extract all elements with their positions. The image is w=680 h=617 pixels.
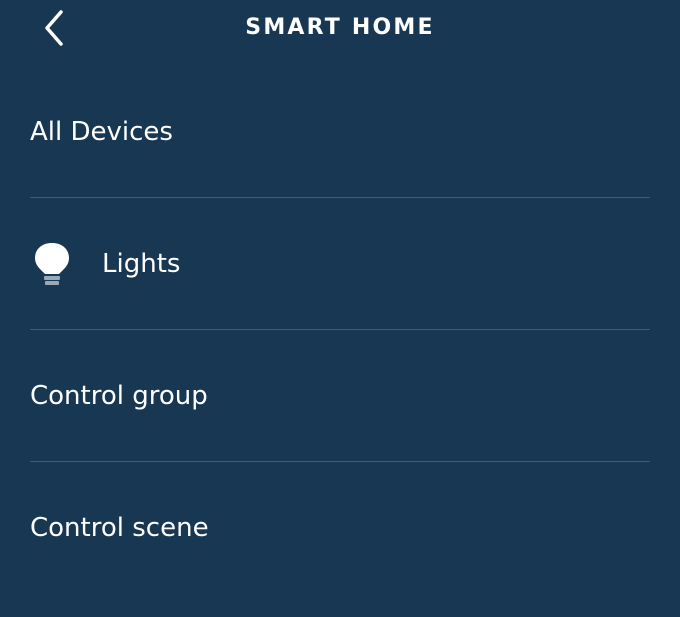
smart-home-screen: SMART HOME All Devices Lights Control gr…: [0, 0, 680, 617]
menu-item-label: All Devices: [30, 116, 173, 147]
menu-item-label: Control scene: [30, 513, 209, 543]
menu-item-all-devices[interactable]: All Devices: [30, 66, 650, 198]
menu-item-control-scene[interactable]: Control scene: [30, 462, 650, 594]
menu-item-control-group[interactable]: Control group: [30, 330, 650, 462]
light-bulb-icon: [30, 240, 74, 288]
header: SMART HOME: [0, 0, 680, 58]
menu-item-label: Control group: [30, 380, 208, 411]
smart-home-menu: All Devices Lights Control group Control…: [30, 66, 650, 594]
menu-item-lights[interactable]: Lights: [30, 198, 650, 330]
page-title: SMART HOME: [245, 15, 435, 40]
menu-item-label: Lights: [102, 248, 181, 279]
